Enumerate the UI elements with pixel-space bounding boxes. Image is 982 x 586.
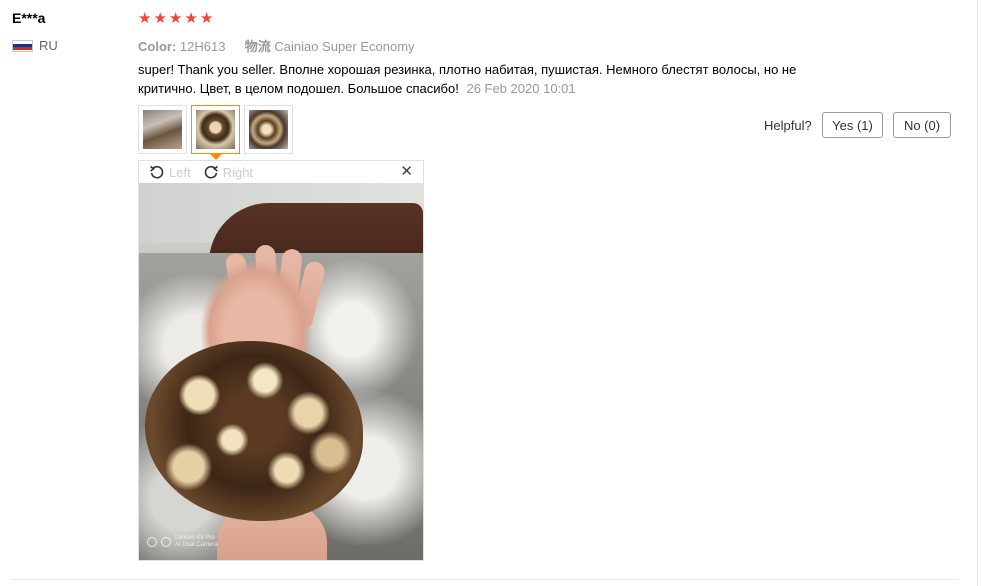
rotate-left-button[interactable]: Left xyxy=(149,164,191,180)
photo-viewer: Left Right ✕ Lenovo K8 Pro AI Dual Camer… xyxy=(138,160,424,561)
shipping-label: 物流 xyxy=(244,39,271,54)
review-photo-3 xyxy=(249,110,288,149)
review-thumbnail-3[interactable] xyxy=(244,105,293,154)
helpful-no-button[interactable]: No (0) xyxy=(893,112,951,138)
shipping-value: Cainiao Super Economy xyxy=(274,39,415,54)
rotate-left-icon xyxy=(150,165,164,179)
star-rating: ★ ★ ★ ★ ★ xyxy=(138,11,213,27)
review-photo-1 xyxy=(143,110,182,149)
rotate-left-label: Left xyxy=(169,164,191,180)
reviewer-country: RU xyxy=(12,38,58,53)
star-icon: ★ xyxy=(138,10,152,27)
rotate-right-icon xyxy=(204,165,218,179)
country-code: RU xyxy=(39,38,58,53)
right-divider xyxy=(977,0,978,586)
star-icon: ★ xyxy=(153,10,167,27)
bottom-divider xyxy=(12,579,958,580)
reviewer-name: E***a xyxy=(12,10,46,26)
helpful-label: Helpful? xyxy=(764,118,812,133)
review-thumbnail-2[interactable] xyxy=(191,105,240,160)
review-text-block: super! Thank you seller. Вполне хорошая … xyxy=(138,60,858,98)
order-details: Color: 12H613 物流 Cainiao Super Economy xyxy=(138,36,415,55)
color-label: Color: xyxy=(138,39,177,54)
russia-flag-icon xyxy=(12,39,33,52)
color-value: 12H613 xyxy=(179,39,226,54)
rotate-right-button[interactable]: Right xyxy=(203,164,253,180)
star-icon: ★ xyxy=(184,10,198,27)
helpful-yes-button[interactable]: Yes (1) xyxy=(822,112,883,138)
close-icon[interactable]: ✕ xyxy=(400,164,413,180)
star-icon: ★ xyxy=(168,10,183,27)
rotate-right-label: Right xyxy=(222,164,254,180)
photo-viewer-toolbar: Left Right ✕ xyxy=(139,161,423,183)
review-date: 26 Feb 2020 10:01 xyxy=(466,81,576,96)
watermark-line-2: AI Dual Camera xyxy=(175,542,218,548)
watermark-line-1: Lenovo K8 Pro xyxy=(175,535,215,541)
review-photo-2 xyxy=(196,110,235,149)
camera-watermark: Lenovo K8 Pro AI Dual Camera xyxy=(147,535,218,549)
review-thumbnails xyxy=(138,105,293,160)
review-photo-large: Lenovo K8 Pro AI Dual Camera xyxy=(139,183,423,560)
star-icon: ★ xyxy=(199,10,214,27)
review-thumbnail-1[interactable] xyxy=(138,105,187,154)
